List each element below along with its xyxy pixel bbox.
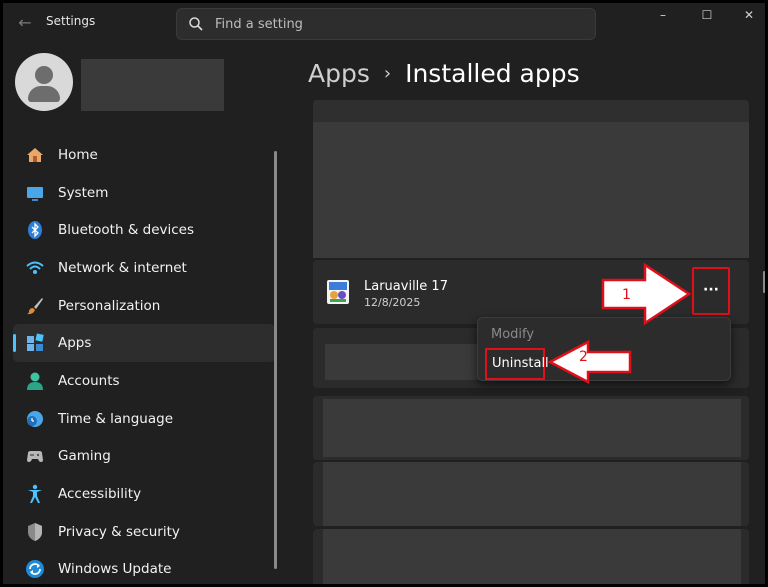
annotation-arrow-2-icon xyxy=(547,339,632,385)
breadcrumb-apps-link[interactable]: Apps xyxy=(308,59,370,88)
sidebar-item-accounts[interactable]: Accounts xyxy=(13,362,275,400)
sidebar-item-windows-update[interactable]: Windows Update xyxy=(13,551,275,584)
profile-name-redacted xyxy=(81,59,224,111)
sidebar-item-bluetooth[interactable]: Bluetooth & devices xyxy=(13,211,275,249)
sidebar-item-label: Privacy & security xyxy=(58,523,180,540)
update-icon xyxy=(26,560,44,579)
close-button[interactable]: ✕ xyxy=(729,5,765,25)
app-install-date: 12/8/2025 xyxy=(364,296,421,309)
sidebar-scrollbar[interactable] xyxy=(274,151,277,569)
chevron-right-icon: › xyxy=(383,62,392,84)
avatar-body xyxy=(28,86,60,102)
breadcrumb: Apps › Installed apps xyxy=(308,55,580,91)
annotation-arrow-1-icon xyxy=(601,262,692,326)
app-card-redacted xyxy=(313,100,749,258)
sidebar-item-time-language[interactable]: Time & language xyxy=(13,400,275,438)
more-options-button[interactable]: ··· xyxy=(692,267,730,315)
sidebar-item-label: Gaming xyxy=(58,448,111,465)
sidebar-item-label: Accounts xyxy=(58,372,120,389)
sidebar-item-label: Apps xyxy=(58,335,92,352)
avatar[interactable] xyxy=(15,53,73,111)
accessibility-icon xyxy=(28,484,42,504)
search-icon xyxy=(189,17,203,31)
sidebar-item-label: System xyxy=(58,184,109,201)
redacted-block xyxy=(313,122,749,258)
title-bar: ← Settings – ☐ ✕ xyxy=(3,3,765,47)
sidebar-item-home[interactable]: Home xyxy=(13,136,275,174)
sidebar-nav: Home System Bluetooth & devices Network … xyxy=(13,136,275,584)
sidebar-item-label: Personalization xyxy=(58,297,161,314)
shield-icon xyxy=(28,522,42,541)
sidebar-item-accessibility[interactable]: Accessibility xyxy=(13,475,275,513)
sidebar-item-label: Time & language xyxy=(58,410,174,427)
main-scrollbar[interactable] xyxy=(763,271,765,293)
page-title: Installed apps xyxy=(405,58,580,88)
avatar-head xyxy=(35,66,53,84)
app-card-redacted xyxy=(313,462,749,526)
annotation-step-1: 1 xyxy=(622,287,631,303)
app-icon xyxy=(327,280,349,304)
app-card-redacted xyxy=(313,529,749,584)
redacted-block xyxy=(323,462,741,526)
sidebar-item-privacy-security[interactable]: Privacy & security xyxy=(13,513,275,551)
apps-icon xyxy=(27,333,44,352)
sidebar-item-personalization[interactable]: Personalization xyxy=(13,287,275,325)
app-card-redacted xyxy=(313,396,749,460)
sidebar-item-apps[interactable]: Apps xyxy=(13,324,275,363)
sidebar-item-label: Bluetooth & devices xyxy=(58,222,195,239)
sidebar-item-gaming[interactable]: Gaming xyxy=(13,438,275,476)
menu-item-uninstall[interactable]: Uninstall xyxy=(485,348,549,380)
back-arrow-icon[interactable]: ← xyxy=(15,13,35,33)
window-title: Settings xyxy=(46,14,96,28)
sidebar-item-label: Home xyxy=(58,146,98,163)
home-icon xyxy=(27,147,43,162)
search-input[interactable] xyxy=(215,13,575,35)
minimize-button[interactable]: – xyxy=(643,5,683,25)
sidebar-item-network[interactable]: Network & internet xyxy=(13,249,275,287)
network-icon xyxy=(26,261,44,274)
system-icon xyxy=(27,186,43,201)
annotation-step-2: 2 xyxy=(579,349,588,365)
sidebar-item-label: Network & internet xyxy=(58,259,187,276)
bluetooth-icon xyxy=(28,221,42,240)
gaming-icon xyxy=(27,451,43,463)
settings-window: ← Settings – ☐ ✕ Home xyxy=(0,0,768,587)
sidebar-item-system[interactable]: System xyxy=(13,174,275,212)
sidebar-item-label: Accessibility xyxy=(58,486,142,503)
sidebar-item-label: Windows Update xyxy=(58,561,172,578)
accounts-icon xyxy=(27,372,43,390)
redacted-block xyxy=(323,399,741,457)
maximize-button[interactable]: ☐ xyxy=(687,5,727,25)
search-box[interactable] xyxy=(176,8,596,40)
redacted-block xyxy=(323,529,741,584)
redacted-block xyxy=(325,344,485,380)
brush-icon xyxy=(27,297,43,314)
time-language-icon xyxy=(27,410,43,427)
menu-item-modify[interactable]: Modify xyxy=(491,327,534,342)
app-name: Laruaville 17 xyxy=(364,279,448,294)
